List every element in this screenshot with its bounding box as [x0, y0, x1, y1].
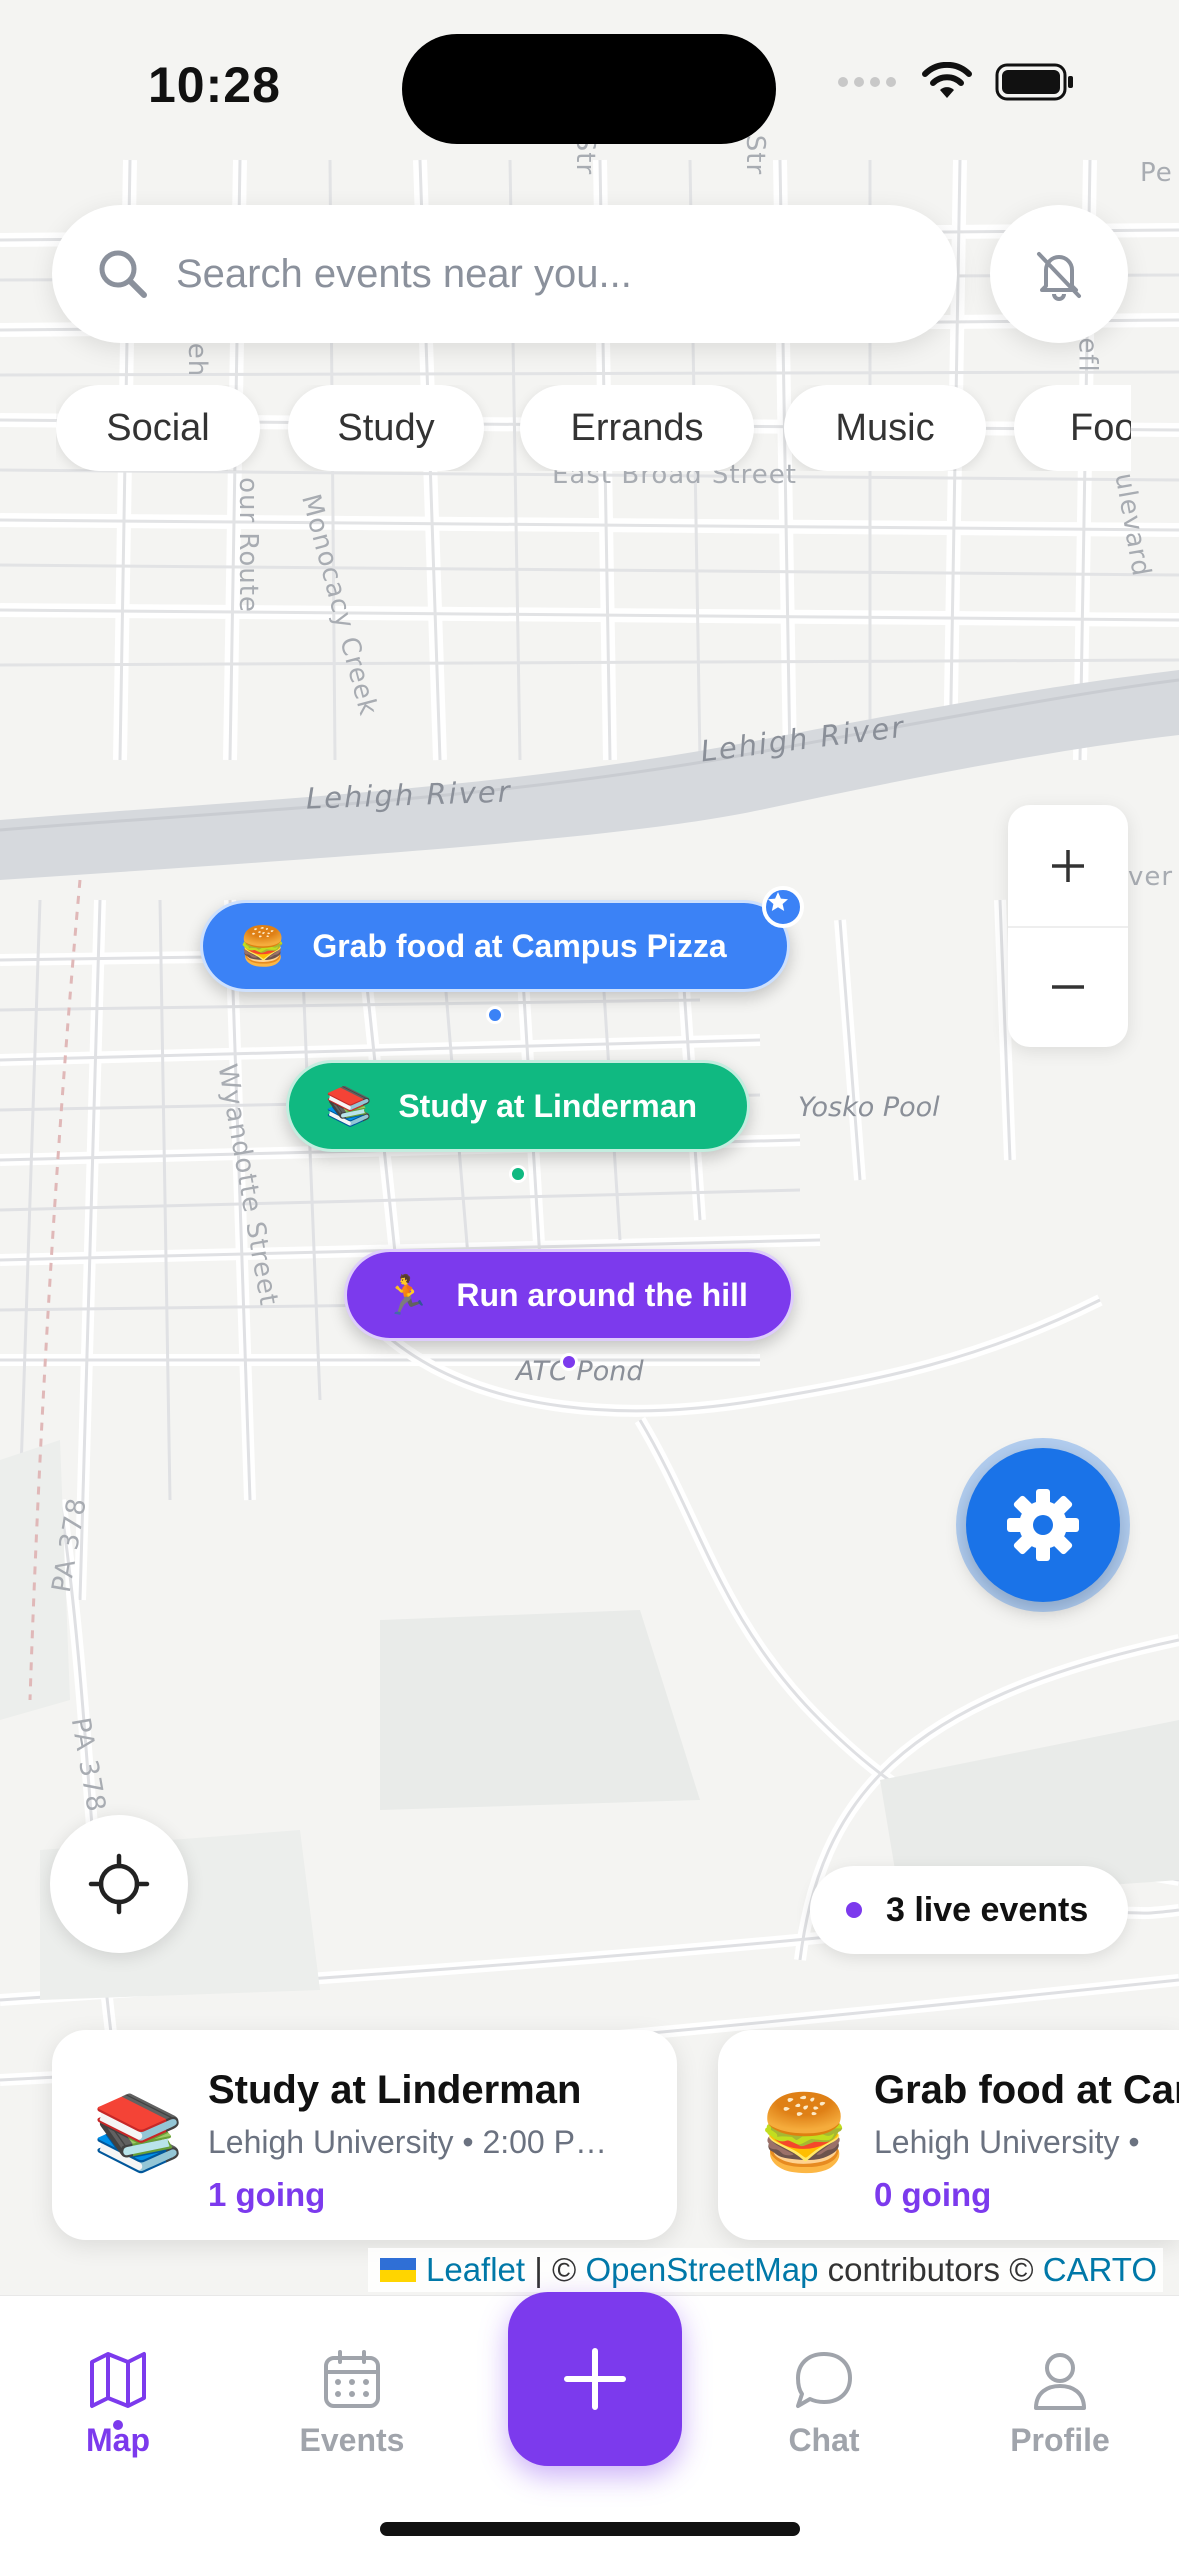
map-label-street: Pe [1140, 158, 1173, 188]
plus-icon [1052, 849, 1084, 882]
home-indicator [380, 2522, 800, 2536]
event-location-dot[interactable] [560, 1353, 578, 1371]
event-pin-run-hill[interactable]: 🏃 Run around the hill [344, 1249, 794, 1341]
live-dot [846, 1902, 862, 1918]
event-pin-label: Grab food at Campus Pizza [312, 927, 727, 964]
event-card[interactable]: 📚 Study at Linderman Lehigh University •… [52, 2030, 677, 2240]
chip-study[interactable]: Study [288, 385, 484, 471]
live-events-text: 3 live events [886, 1890, 1089, 1929]
tab-map[interactable]: Map [28, 2348, 208, 2459]
event-pin-label: Run around the hill [456, 1276, 748, 1313]
map-label-poi: ATC Pond [516, 1356, 644, 1387]
chat-bubble-icon [796, 2352, 852, 2408]
featured-star-icon [762, 886, 804, 928]
books-icon: 📚 [92, 2090, 185, 2176]
search-bar[interactable] [52, 205, 957, 343]
tab-label: Profile [1010, 2422, 1110, 2458]
event-location-dot[interactable] [509, 1165, 527, 1183]
burger-icon: 🍔 [239, 923, 287, 968]
event-pin-label: Study at Linderman [398, 1087, 698, 1124]
event-card-title: Grab food at Campus Pizza [874, 2068, 1179, 2112]
carto-link[interactable]: CARTO [1043, 2251, 1157, 2289]
event-pin-campus-pizza[interactable]: 🍔 Grab food at Campus Pizza [200, 900, 790, 992]
event-card-subtitle: Lehigh University • 2:00 P… [208, 2124, 607, 2160]
settings-button[interactable] [966, 1448, 1120, 1602]
map-label-street: ver [1128, 862, 1174, 892]
chip-food[interactable]: Food [1014, 385, 1131, 471]
zoom-control [1008, 805, 1128, 1047]
search-icon [99, 250, 147, 298]
event-card[interactable]: 🍔 Grab food at Campus Pizza Lehigh Unive… [718, 2030, 1179, 2240]
tab-chat[interactable]: Chat [734, 2348, 914, 2459]
active-tab-dot [113, 2420, 123, 2430]
map-icon [90, 2352, 146, 2408]
books-icon: 📚 [325, 1083, 373, 1128]
chip-music[interactable]: Music [784, 385, 986, 471]
tab-profile[interactable]: Profile [970, 2348, 1150, 2459]
wifi-icon [922, 62, 972, 98]
battery-icon [995, 63, 1073, 101]
calendar-icon [324, 2350, 380, 2408]
live-events-badge: 3 live events [810, 1866, 1128, 1954]
search-input[interactable] [176, 251, 876, 297]
bell-off-icon [1037, 252, 1081, 301]
minus-icon [1052, 984, 1084, 989]
tab-label: Events [299, 2422, 405, 2458]
osm-link[interactable]: OpenStreetMap [585, 2251, 818, 2289]
ukraine-flag-icon [379, 2258, 416, 2282]
person-icon [1034, 2353, 1086, 2410]
attribution-sep: | © [525, 2251, 586, 2288]
event-card-subtitle: Lehigh University • [874, 2124, 1140, 2160]
status-time: 10:28 [148, 57, 281, 113]
map-label-river: Lehigh River [305, 774, 513, 816]
chip-errands[interactable]: Errands [520, 385, 754, 471]
map-label-poi: Yosko Pool [798, 1092, 940, 1123]
zoom-out-button[interactable] [1008, 926, 1128, 1047]
category-chips: Social Study Errands Music Food [56, 385, 1131, 471]
locate-me-button[interactable] [50, 1815, 188, 1953]
dynamic-island [402, 34, 776, 144]
map-attribution: Leaflet | © OpenStreetMap contributors ©… [367, 2248, 1163, 2292]
event-card-going: 0 going [874, 2176, 992, 2213]
runner-icon: 🏃 [383, 1272, 431, 1317]
signal-icon [838, 77, 896, 87]
map-label-street: efl [1072, 337, 1103, 373]
map-label-street: Str [740, 134, 771, 176]
event-pin-linderman[interactable]: 📚 Study at Linderman [286, 1060, 750, 1152]
event-location-dot[interactable] [486, 1006, 504, 1024]
notifications-button[interactable] [990, 205, 1128, 343]
tab-bar: Map Events Chat Profile [0, 2292, 1179, 2556]
plus-icon [564, 2348, 626, 2410]
tab-events[interactable]: Events [262, 2348, 442, 2459]
create-event-button[interactable] [508, 2292, 682, 2466]
zoom-in-button[interactable] [1008, 805, 1128, 926]
event-card-going: 1 going [208, 2176, 326, 2213]
status-icons [835, 62, 1075, 102]
tab-label: Chat [788, 2422, 860, 2458]
attribution-contrib: contributors © [818, 2251, 1043, 2288]
map-label-street: eh [182, 342, 213, 378]
leaflet-link[interactable]: Leaflet [426, 2251, 525, 2289]
chip-social[interactable]: Social [56, 385, 260, 471]
gear-icon [1007, 1489, 1079, 1561]
event-card-title: Study at Linderman [208, 2068, 582, 2112]
map-label-street: our Route [232, 477, 263, 613]
burger-icon: 🍔 [758, 2090, 851, 2176]
crosshair-icon [88, 1853, 150, 1915]
